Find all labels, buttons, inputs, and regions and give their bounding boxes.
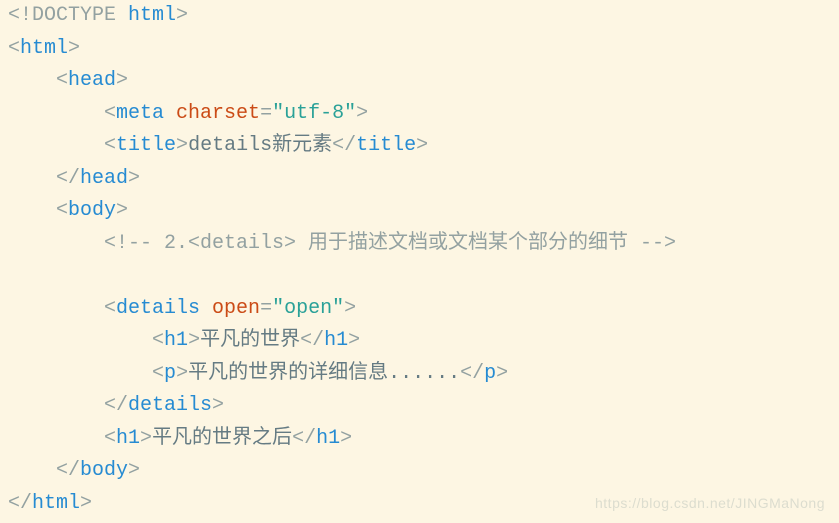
code-line: <head> <box>8 65 831 98</box>
tag-details: details <box>128 394 212 417</box>
tag-p: p <box>164 362 176 385</box>
attr-open: open <box>200 297 260 320</box>
code-block: <!DOCTYPE html> <html> <head> <meta char… <box>0 0 839 520</box>
tag-meta: meta <box>116 102 164 125</box>
code-line: <!-- 2.<details> 用于描述文档或文档某个部分的细节 --> <box>8 228 831 261</box>
tag-h1: h1 <box>164 329 188 352</box>
title-text: details新元素 <box>188 134 332 157</box>
bracket: </ <box>300 329 324 352</box>
tag-p: p <box>484 362 496 385</box>
tag-head: head <box>68 69 116 92</box>
tag-html: html <box>20 37 68 60</box>
code-line: <p>平凡的世界的详细信息......</p> <box>8 358 831 391</box>
code-line: </details> <box>8 390 831 423</box>
tag-h1: h1 <box>116 427 140 450</box>
attr-charset: charset <box>164 102 260 125</box>
bracket: > <box>176 134 188 157</box>
bracket: </ <box>56 459 80 482</box>
bracket: <!DOCTYPE <box>8 4 128 27</box>
bracket: > <box>128 459 140 482</box>
bracket: > <box>344 297 356 320</box>
code-line: <html> <box>8 33 831 66</box>
bracket: < <box>104 134 116 157</box>
bracket: < <box>104 102 116 125</box>
tag-h1: h1 <box>324 329 348 352</box>
h1-text: 平凡的世界 <box>200 329 300 352</box>
code-line <box>8 260 831 293</box>
code-line: <h1>平凡的世界</h1> <box>8 325 831 358</box>
bracket: </ <box>8 492 32 515</box>
watermark: https://blog.csdn.net/JINGMaNong <box>595 495 825 511</box>
bracket: < <box>104 297 116 320</box>
bracket: > <box>68 37 80 60</box>
tag-body: body <box>80 459 128 482</box>
code-line: <!DOCTYPE html> <box>8 0 831 33</box>
bracket: < <box>152 329 164 352</box>
bracket: > <box>176 4 188 27</box>
bracket: > <box>340 427 352 450</box>
p-text: 平凡的世界的详细信息...... <box>188 362 460 385</box>
tag-body: body <box>68 199 116 222</box>
tag-title: title <box>356 134 416 157</box>
bracket: > <box>212 394 224 417</box>
bracket: < <box>56 69 68 92</box>
bracket: > <box>188 329 200 352</box>
bracket: > <box>356 102 368 125</box>
code-line: <details open="open"> <box>8 293 831 326</box>
tag-doctype: html <box>128 4 176 27</box>
bracket: </ <box>332 134 356 157</box>
comment: <!-- 2.<details> 用于描述文档或文档某个部分的细节 --> <box>104 232 676 255</box>
bracket: > <box>80 492 92 515</box>
h1-text: 平凡的世界之后 <box>152 427 292 450</box>
tag-details: details <box>116 297 200 320</box>
code-line: </head> <box>8 163 831 196</box>
bracket: > <box>348 329 360 352</box>
attr-value: "open" <box>272 297 344 320</box>
bracket: </ <box>292 427 316 450</box>
equals: = <box>260 102 272 125</box>
bracket: > <box>416 134 428 157</box>
bracket: > <box>176 362 188 385</box>
bracket: > <box>140 427 152 450</box>
code-line: <h1>平凡的世界之后</h1> <box>8 423 831 456</box>
tag-title: title <box>116 134 176 157</box>
bracket: </ <box>460 362 484 385</box>
tag-head: head <box>80 167 128 190</box>
bracket: < <box>56 199 68 222</box>
tag-h1: h1 <box>316 427 340 450</box>
bracket: > <box>116 69 128 92</box>
bracket: > <box>116 199 128 222</box>
code-line: <title>details新元素</title> <box>8 130 831 163</box>
code-line: <meta charset="utf-8"> <box>8 98 831 131</box>
bracket: > <box>128 167 140 190</box>
bracket: </ <box>56 167 80 190</box>
attr-value: "utf-8" <box>272 102 356 125</box>
equals: = <box>260 297 272 320</box>
code-line: </body> <box>8 455 831 488</box>
bracket: </ <box>104 394 128 417</box>
tag-html: html <box>32 492 80 515</box>
bracket: < <box>104 427 116 450</box>
bracket: < <box>152 362 164 385</box>
code-line: <body> <box>8 195 831 228</box>
bracket: > <box>496 362 508 385</box>
bracket: < <box>8 37 20 60</box>
